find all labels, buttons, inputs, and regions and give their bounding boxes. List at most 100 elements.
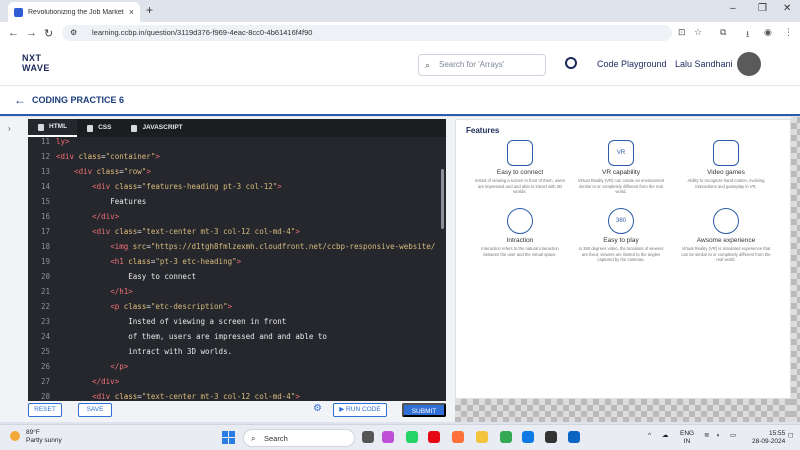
streak-icon[interactable] [565, 57, 577, 69]
wifi-icon[interactable]: ≋ [704, 432, 709, 440]
volume-icon[interactable]: ◖ [716, 432, 720, 440]
logo-line-1: NXT [22, 53, 42, 63]
netflix-icon[interactable] [428, 431, 440, 443]
feature-easy-to-play: 360 Easy to play In 360 degrees video, t… [571, 208, 671, 263]
run-code-button[interactable]: ▶ RUN CODE [333, 403, 387, 417]
line-number: 12 [40, 152, 50, 161]
code-line[interactable]: 18 <img src="https://d1tgh8fmlzexmh.clou… [28, 239, 435, 254]
code-line[interactable]: 20 Easy to connect [28, 269, 196, 284]
code-line[interactable]: 11 ly> [28, 137, 70, 149]
line-number: 22 [40, 302, 50, 311]
tab-close-icon[interactable]: × [129, 7, 134, 17]
system-clock[interactable]: 15:55 28-09-2024 [752, 430, 785, 446]
code-line[interactable]: 21 </h1> [28, 284, 133, 299]
browser-tab[interactable]: Revolutionizing the Job Market × [8, 2, 140, 22]
settings-gear-icon[interactable]: ⚙ [313, 403, 322, 414]
download-icon[interactable]: ⭳ [746, 27, 749, 43]
chrome-icon[interactable] [500, 431, 512, 443]
code-line[interactable]: 13 <div class="row"> [28, 164, 151, 179]
taskbar-search[interactable]: ⌕ Search [243, 429, 355, 447]
edge-icon[interactable] [522, 431, 534, 443]
task-view-icon[interactable] [362, 431, 374, 443]
feature-easy-to-connect: Easy to connect Insted of viewing a scre… [470, 140, 570, 195]
tab-html[interactable]: HTML [28, 119, 78, 137]
site-info-icon[interactable]: ⚙ [70, 25, 77, 41]
forward-arrow-icon[interactable]: → [26, 27, 37, 39]
code-line[interactable]: 14 <div class="features-heading pt-3 col… [28, 179, 282, 194]
minimize-icon[interactable]: – [730, 3, 736, 14]
code-line[interactable]: 19 <h1 class="pt-3 etc-heading"> [28, 254, 241, 269]
sun-cloud-icon [10, 431, 20, 441]
window-close-icon[interactable]: ✕ [783, 3, 791, 14]
html-file-icon [38, 123, 44, 131]
code-line[interactable]: 27 </div> [28, 374, 119, 389]
profile-icon[interactable]: ◉ [764, 27, 772, 38]
tab-javascript[interactable]: JAVASCRIPT [121, 119, 192, 137]
code-line[interactable]: 28 <div class="text-center mt-3 col-12 c… [28, 389, 300, 401]
battery-icon[interactable]: ▭ [730, 432, 736, 440]
save-button[interactable]: SAVE [78, 403, 112, 417]
linkedin-icon[interactable] [568, 431, 580, 443]
editor-tabs: HTML CSS JAVASCRIPT [28, 119, 446, 137]
maximize-icon[interactable]: ❐ [758, 3, 767, 14]
windows-start-icon[interactable] [222, 431, 235, 444]
extensions-icon[interactable]: ⧉ [720, 27, 726, 38]
search-placeholder: Search for 'Arrays' [439, 60, 505, 69]
avatar[interactable] [737, 52, 761, 76]
reload-icon[interactable]: ↻ [44, 27, 53, 40]
code-line[interactable]: 16 </div> [28, 209, 119, 224]
feature-awsome-experience: Awsome experience Virtual Reality (VR) i… [676, 208, 776, 263]
nxtwave-logo[interactable]: NXT WAVE [22, 53, 50, 73]
line-number: 23 [40, 317, 50, 326]
line-number: 14 [40, 182, 50, 191]
submit-button[interactable]: SUBMIT [402, 403, 446, 417]
code-line[interactable]: 26 </p> [28, 359, 128, 374]
line-number: 28 [40, 392, 50, 401]
tray-chevron-icon[interactable]: ^ [648, 432, 651, 440]
menu-kebab-icon[interactable]: ⋮ [784, 27, 793, 38]
line-number: 18 [40, 242, 50, 251]
code-playground-link[interactable]: Code Playground [597, 59, 667, 69]
code-line[interactable]: 17 <div class="text-center mt-3 col-12 c… [28, 224, 300, 239]
install-app-icon[interactable]: ⊡ [678, 27, 686, 38]
code-line[interactable]: 24 of them, users are impressed and and … [28, 329, 327, 344]
line-number: 13 [40, 167, 50, 176]
code-area[interactable]: 11 ly> 12 <div class="container"> 13 <div cl… [28, 137, 446, 401]
weather-widget[interactable]: 89°F Partly sunny [10, 429, 62, 445]
360-view-icon: 360 [608, 208, 634, 234]
whatsapp-icon[interactable] [406, 431, 418, 443]
copilot-icon[interactable] [382, 431, 394, 443]
code-line[interactable]: 23 Insted of viewing a screen in front [28, 314, 286, 329]
code-editor[interactable]: HTML CSS JAVASCRIPT 11 ly> 12 <div class="c… [28, 119, 446, 401]
line-number: 21 [40, 287, 50, 296]
chevron-right-icon[interactable]: › [8, 124, 11, 133]
back-arrow-icon[interactable]: ← [8, 27, 19, 39]
settings-icon[interactable] [545, 431, 557, 443]
notification-icon[interactable]: ◻ [788, 432, 793, 440]
line-number: 16 [40, 212, 50, 221]
url-field[interactable]: ⚙ learning.ccbp.in/question/3119d376-f96… [62, 25, 672, 41]
line-number: 27 [40, 377, 50, 386]
editor-scrollbar[interactable] [441, 169, 444, 229]
onedrive-icon[interactable]: ☁ [662, 432, 669, 440]
line-number: 17 [40, 227, 50, 236]
file-explorer-icon[interactable] [476, 431, 488, 443]
practice-title-bar: ← CODING PRACTICE 6 [0, 86, 800, 116]
new-tab-button[interactable]: + [146, 3, 153, 17]
windows-taskbar: 89°F Partly sunny ⌕ Search ^ ☁ ENG IN ≋ … [0, 424, 800, 450]
back-arrow-icon[interactable]: ← [14, 93, 26, 107]
tab-css[interactable]: CSS [77, 119, 121, 137]
user-name[interactable]: Lalu Sandhani [675, 59, 733, 69]
code-line[interactable]: 22 <p class="etc-description"> [28, 299, 232, 314]
bookmark-star-icon[interactable]: ☆ [694, 27, 702, 38]
code-line[interactable]: 25 intract with 3D worlds. [28, 344, 232, 359]
language-indicator[interactable]: ENG IN [680, 430, 694, 446]
search-icon: ⌕ [425, 60, 431, 70]
code-line[interactable]: 12 <div class="container"> [28, 149, 160, 164]
reset-button[interactable]: RESET [28, 403, 62, 417]
line-number: 11 [40, 137, 50, 146]
firefox-icon[interactable] [452, 431, 464, 443]
code-line[interactable]: 15 Features [28, 194, 146, 209]
page-title: CODING PRACTICE 6 [32, 95, 125, 105]
search-input[interactable]: ⌕ Search for 'Arrays' [418, 54, 546, 76]
